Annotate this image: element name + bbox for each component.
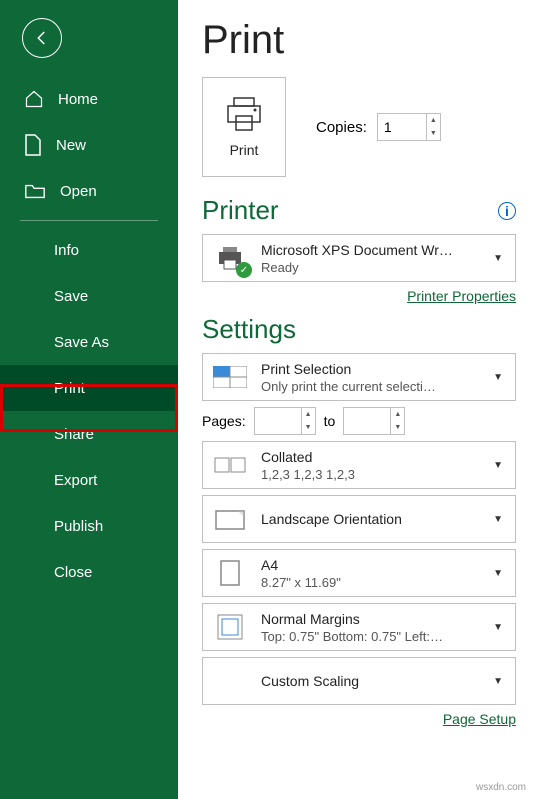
pages-to-spinner[interactable]: ▲▼	[343, 407, 405, 435]
pages-label: Pages:	[202, 413, 246, 429]
pages-from-spinner[interactable]: ▲▼	[254, 407, 316, 435]
print-row: Print Copies: ▲▼	[202, 77, 516, 177]
collate-icon	[211, 448, 249, 482]
print-button[interactable]: Print	[202, 77, 286, 177]
chevron-down-icon: ▼	[489, 568, 507, 579]
spin-down-icon[interactable]: ▼	[302, 421, 315, 434]
backstage-sidebar: Home New Open Info Save Save As Print Sh…	[0, 0, 178, 799]
home-icon	[24, 89, 44, 109]
setting-collate[interactable]: Collated 1,2,3 1,2,3 1,2,3 ▼	[202, 441, 516, 489]
pages-to-input[interactable]	[344, 408, 390, 434]
nav-save-as[interactable]: Save As	[0, 319, 178, 365]
pages-to-label: to	[324, 413, 336, 429]
print-button-label: Print	[230, 142, 259, 158]
printer-icon: ✓	[211, 241, 249, 275]
nav-share[interactable]: Share	[0, 411, 178, 457]
page-title: Print	[202, 18, 516, 63]
copies-spinner[interactable]: ▲▼	[377, 113, 441, 141]
nav-divider	[20, 220, 158, 221]
chevron-down-icon: ▼	[489, 253, 507, 264]
selection-icon	[211, 360, 249, 394]
setting-paper-size[interactable]: A4 8.27" x 11.69" ▼	[202, 549, 516, 597]
margins-icon	[211, 610, 249, 644]
nav-secondary: Info Save Save As Print Share Export Pub…	[0, 227, 178, 595]
main-panel: Print Print Copies: ▲▼ Printer i ✓	[178, 0, 536, 799]
chevron-down-icon: ▼	[489, 676, 507, 687]
printer-ready-check-icon: ✓	[236, 262, 252, 278]
nav-open[interactable]: Open	[0, 168, 178, 214]
spin-up-icon[interactable]: ▲	[391, 408, 404, 421]
nav-publish[interactable]: Publish	[0, 503, 178, 549]
back-button[interactable]	[22, 18, 62, 58]
chevron-down-icon: ▼	[489, 514, 507, 525]
printer-header-row: Printer i	[202, 195, 516, 226]
scaling-icon	[211, 664, 249, 698]
pages-row: Pages: ▲▼ to ▲▼	[202, 407, 516, 435]
nav-home[interactable]: Home	[0, 76, 178, 122]
chevron-down-icon: ▼	[489, 622, 507, 633]
nav-info[interactable]: Info	[0, 227, 178, 273]
printer-dropdown[interactable]: ✓ Microsoft XPS Document Wr… Ready ▼	[202, 234, 516, 282]
folder-open-icon	[24, 182, 46, 200]
setting-orientation[interactable]: Landscape Orientation ▼	[202, 495, 516, 543]
spin-up-icon[interactable]: ▲	[302, 408, 315, 421]
nav-print[interactable]: Print	[0, 365, 178, 411]
printer-properties-link[interactable]: Printer Properties	[202, 288, 516, 304]
watermark: wsxdn.com	[476, 782, 526, 793]
nav-save[interactable]: Save	[0, 273, 178, 319]
setting-print-selection[interactable]: Print Selection Only print the current s…	[202, 353, 516, 401]
spin-down-icon[interactable]: ▼	[391, 421, 404, 434]
paper-icon	[211, 556, 249, 590]
spin-up-icon[interactable]: ▲	[427, 114, 440, 127]
nav-new-label: New	[56, 137, 86, 154]
nav-primary: Home New Open	[0, 76, 178, 214]
printer-status: Ready	[261, 260, 477, 275]
nav-home-label: Home	[58, 91, 98, 108]
copies-input[interactable]	[378, 114, 426, 140]
printer-name: Microsoft XPS Document Wr…	[261, 242, 477, 258]
printer-large-icon	[224, 96, 264, 132]
nav-close[interactable]: Close	[0, 549, 178, 595]
nav-export[interactable]: Export	[0, 457, 178, 503]
back-arrow-icon	[33, 29, 51, 47]
landscape-icon	[211, 502, 249, 536]
printer-info-icon[interactable]: i	[498, 202, 516, 220]
setting-scaling[interactable]: Custom Scaling ▼	[202, 657, 516, 705]
copies-group: Copies: ▲▼	[316, 113, 441, 141]
chevron-down-icon: ▼	[489, 372, 507, 383]
settings-header: Settings	[202, 314, 516, 345]
spin-down-icon[interactable]: ▼	[427, 127, 440, 140]
nav-open-label: Open	[60, 183, 97, 200]
nav-new[interactable]: New	[0, 122, 178, 168]
chevron-down-icon: ▼	[489, 460, 507, 471]
pages-from-input[interactable]	[255, 408, 301, 434]
setting-margins[interactable]: Normal Margins Top: 0.75" Bottom: 0.75" …	[202, 603, 516, 651]
new-doc-icon	[24, 134, 42, 156]
copies-label: Copies:	[316, 119, 367, 136]
printer-header: Printer	[202, 195, 279, 226]
page-setup-link[interactable]: Page Setup	[202, 711, 516, 727]
